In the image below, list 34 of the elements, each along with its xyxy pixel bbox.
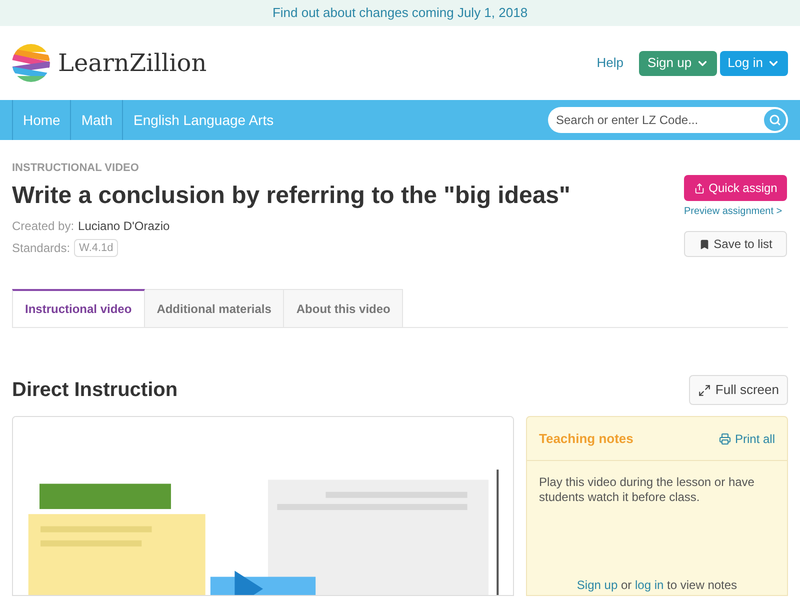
tab[interactable]: Instructional video (12, 289, 145, 327)
lesson-title: Write a conclusion by referring to the "big ideas" (12, 180, 572, 210)
logo-text: LearnZillion (58, 48, 207, 79)
full-screen-button[interactable]: Full screen (689, 375, 788, 405)
sign-up-button[interactable]: Sign up (639, 50, 717, 76)
bookmark-icon (698, 238, 710, 250)
log-in-button[interactable]: Log in (720, 50, 788, 76)
tab[interactable]: Additional materials (144, 289, 284, 327)
nav-link[interactable]: Home (12, 100, 70, 140)
sign-up-link[interactable]: Sign up (576, 578, 618, 592)
nav-link[interactable]: English Language Arts (122, 100, 284, 140)
created-by-label: Created by: (12, 218, 74, 234)
standards-label: Standards: (12, 240, 70, 257)
logo-icon (12, 44, 50, 82)
teaching-notes-title: Teaching notes (539, 430, 634, 448)
quick-assign-button[interactable]: Quick assign (684, 175, 787, 201)
standard-tag: W.4.1d (74, 238, 118, 257)
log-in-link[interactable]: log in (634, 578, 664, 592)
save-to-list-button[interactable]: Save to list (684, 231, 787, 257)
teaching-notes-text: Play this video during the lesson or have students watch it before class. (538, 474, 756, 505)
print-all-link[interactable]: Print all (718, 430, 775, 448)
announcement-link[interactable]: Find out about changes coming July 1, 2018 (272, 3, 528, 23)
content-type-label: INSTRUCTIONAL VIDEO (12, 161, 140, 176)
login-prompt: Sign up or log in to view notes (576, 577, 738, 594)
printer-icon (718, 432, 731, 444)
expand-icon (698, 384, 712, 396)
search-field[interactable]: Search or enter LZ Code... (548, 107, 788, 133)
nav-link[interactable]: Math (70, 100, 122, 140)
share-icon (694, 182, 705, 194)
author-name: Luciano D'Orazio (78, 218, 170, 234)
preview-assignment-link[interactable]: Preview assignment > (684, 204, 782, 219)
tab[interactable]: About this video (284, 289, 404, 327)
help-link[interactable]: Help (596, 53, 624, 73)
section-title: Direct Instruction (12, 378, 178, 403)
